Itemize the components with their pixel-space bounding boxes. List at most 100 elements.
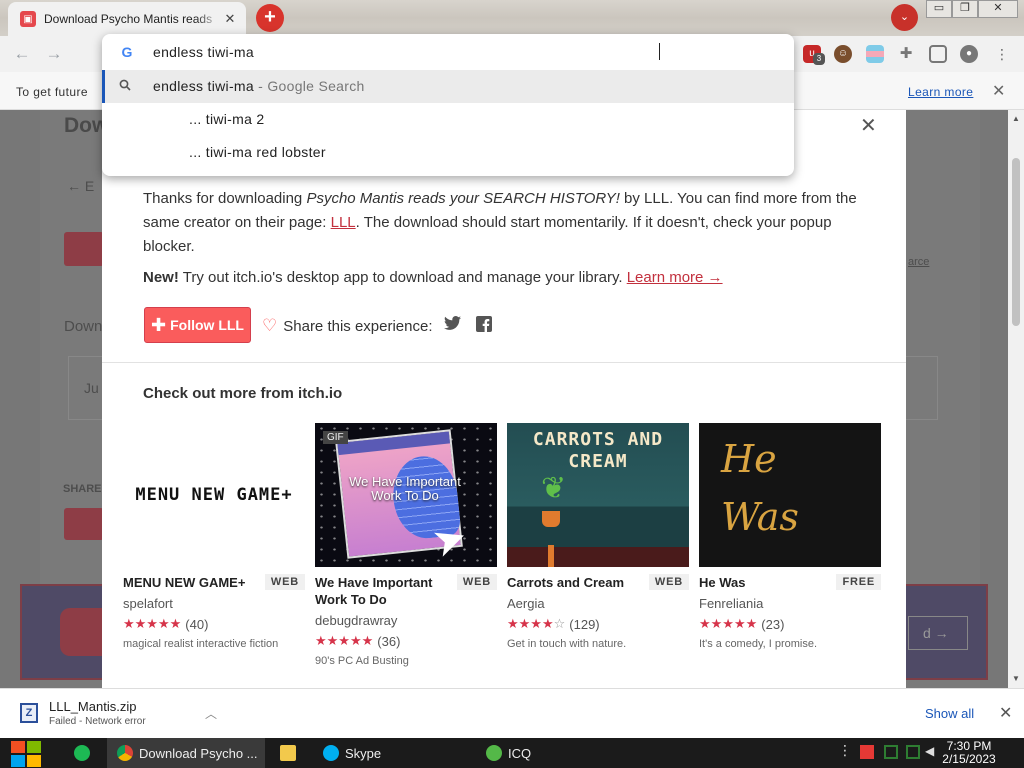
profile-icon[interactable]: ● — [960, 45, 978, 63]
suggestion-suffix: red lobster — [252, 144, 326, 160]
game-card[interactable]: MENU NEW GAME+ MENU NEW GAME+ WEB spelaf… — [123, 423, 305, 650]
back-arrow-icon[interactable]: ← — [10, 42, 34, 66]
facebook-icon[interactable] — [476, 316, 492, 336]
game-description: Get in touch with nature. — [507, 638, 627, 650]
thumbnail-text: MENU NEW GAME+ — [135, 485, 293, 505]
flag-extension-icon[interactable] — [866, 45, 884, 63]
game-thumbnail[interactable]: MENU NEW GAME+ — [123, 423, 305, 567]
network-tray-icon[interactable] — [884, 745, 898, 759]
twitter-icon[interactable] — [444, 316, 461, 334]
background-box-text: Ju — [84, 380, 99, 396]
rating-stars-icon: ★★★★★ — [123, 616, 182, 631]
display-tray-icon[interactable] — [906, 745, 920, 759]
close-window-button[interactable]: ✕ — [978, 0, 1018, 18]
tab-search-icon[interactable]: ⌄ — [891, 4, 918, 31]
download-modal: ✕ Thanks for downloading Psycho Mantis r… — [102, 110, 906, 688]
game-card[interactable]: He Was He Was FREE Fenreliania ★★★★★ (23… — [699, 423, 881, 650]
plus-icon: ✚ — [151, 314, 167, 335]
game-title[interactable]: He Was — [699, 574, 829, 591]
game-thumbnail[interactable]: He Was — [699, 423, 881, 567]
thumbnail-text: CARROTS AND CREAM — [532, 429, 664, 472]
suggestion-row[interactable]: ... tiwi-ma 2 — [102, 103, 794, 136]
suggestion-text: ... tiwi-ma red lobster — [189, 144, 326, 160]
maximize-button[interactable]: ❐ — [952, 0, 978, 18]
follow-button[interactable]: ✚ Follow LLL — [144, 307, 251, 343]
modal-close-icon[interactable]: ✕ — [860, 113, 877, 138]
windows-logo-icon — [27, 741, 41, 753]
game-author[interactable]: spelafort — [123, 596, 173, 611]
game-thumbnail[interactable]: We Have Important Work To Do ➤ GIF — [315, 423, 497, 567]
side-panel-icon[interactable] — [929, 45, 947, 63]
extension-badge: 3 — [813, 53, 825, 65]
game-author[interactable]: debugdrawray — [315, 613, 397, 628]
windows-logo-icon — [11, 741, 25, 753]
game-author[interactable]: Fenreliania — [699, 596, 763, 611]
stars-empty: ☆ — [553, 616, 566, 631]
shelf-close-icon[interactable]: ✕ — [999, 703, 1012, 723]
rating-count: (36) — [377, 633, 401, 649]
taskbar-chrome[interactable]: Download Psycho ... — [107, 738, 265, 768]
puzzle-icon[interactable]: ✚ — [897, 45, 915, 63]
game-card[interactable]: CARROTS AND CREAM ❦ Carrots and Cream WE… — [507, 423, 689, 650]
address-input[interactable]: endless tiwi-ma — [153, 44, 254, 60]
game-description: 90's PC Ad Busting — [315, 655, 409, 667]
heart-icon[interactable]: ♡ — [262, 316, 277, 336]
tab-close-icon[interactable]: ✕ — [222, 11, 238, 27]
download-file-name[interactable]: LLL_Mantis.zip — [49, 699, 136, 714]
omnibox-dropdown: G endless tiwi-ma endless tiwi-ma - Goog… — [102, 34, 794, 176]
carrot-pot-icon — [542, 511, 560, 527]
chevron-up-icon[interactable]: ︿ — [205, 705, 217, 722]
google-icon: G — [121, 44, 133, 60]
rating-stars-icon: ★★★★☆ — [507, 616, 565, 632]
scroll-thumb[interactable] — [1012, 158, 1020, 326]
game-card[interactable]: We Have Important Work To Do ➤ GIF We Ha… — [315, 423, 497, 667]
volume-icon[interactable]: ◀ — [925, 744, 939, 758]
creator-link[interactable]: LLL — [331, 214, 356, 231]
suggestion-text: endless tiwi-ma - Google Search — [153, 78, 365, 94]
show-all-button[interactable]: Show all — [925, 706, 974, 721]
tray-overflow-icon[interactable]: ⋮ — [838, 742, 852, 758]
suggestion-suffix: - Google Search — [253, 78, 365, 94]
flag-tray-icon[interactable] — [860, 745, 874, 759]
game-author[interactable]: Aergia — [507, 596, 545, 611]
app-promo-paragraph: New! Try out itch.io's desktop app to do… — [143, 269, 723, 286]
suggestion-row[interactable]: endless tiwi-ma - Google Search — [102, 70, 794, 103]
taskbar-skype[interactable]: Skype — [313, 738, 473, 768]
forward-arrow-icon[interactable]: → — [42, 42, 66, 66]
rating-count: (23) — [761, 616, 785, 632]
address-bar[interactable]: G endless tiwi-ma — [102, 34, 794, 70]
infobar-close-icon[interactable]: ✕ — [992, 81, 1005, 101]
menu-dots-icon[interactable]: ⋮ — [993, 45, 1011, 63]
learn-more-link[interactable]: Learn more → — [627, 269, 723, 286]
page-scrollbar[interactable]: ▲ ▼ — [1008, 110, 1024, 688]
zip-file-icon: Z — [20, 703, 38, 723]
suggestion-query: endless tiwi-ma — [153, 78, 254, 94]
new-tab-button[interactable]: + — [256, 4, 284, 32]
taskbar-clock[interactable]: 7:30 PM 2/15/2023 — [940, 740, 998, 766]
background-right-link: arce — [908, 256, 930, 268]
minimize-button[interactable]: ▭ — [926, 0, 952, 18]
suggestion-suffix: 2 — [252, 111, 265, 127]
game-title[interactable]: MENU NEW GAME+ — [123, 574, 253, 591]
scroll-up-arrow-icon[interactable]: ▲ — [1008, 114, 1024, 126]
game-title[interactable]: We Have Important Work To Do — [315, 574, 445, 608]
platform-badge: FREE — [836, 574, 881, 590]
browser-tab[interactable]: ▣ Download Psycho Mantis reads ✕ — [8, 2, 246, 36]
explorer-taskbar-icon[interactable] — [270, 738, 308, 768]
spotify-taskbar-icon[interactable] — [64, 738, 102, 768]
game-rating: ★★★★☆ (129) — [507, 616, 600, 632]
platform-badge: WEB — [456, 574, 497, 590]
gif-tag: GIF — [323, 431, 348, 444]
suggestion-row[interactable]: ... tiwi-ma red lobster — [102, 136, 794, 169]
start-button[interactable] — [11, 740, 43, 768]
stars-filled: ★★★★ — [507, 616, 554, 631]
game-thumbnail[interactable]: CARROTS AND CREAM ❦ — [507, 423, 689, 567]
platform-badge: WEB — [264, 574, 305, 590]
avatar-extension-icon[interactable]: ☺ — [834, 45, 852, 63]
infobar-learn-more-link[interactable]: Learn more — [908, 85, 973, 99]
platform-badge: WEB — [648, 574, 689, 590]
taskbar-icq[interactable]: ICQ — [476, 738, 636, 768]
scroll-down-arrow-icon[interactable]: ▼ — [1008, 674, 1024, 686]
game-title[interactable]: Carrots and Cream — [507, 574, 637, 591]
search-icon — [119, 79, 131, 94]
